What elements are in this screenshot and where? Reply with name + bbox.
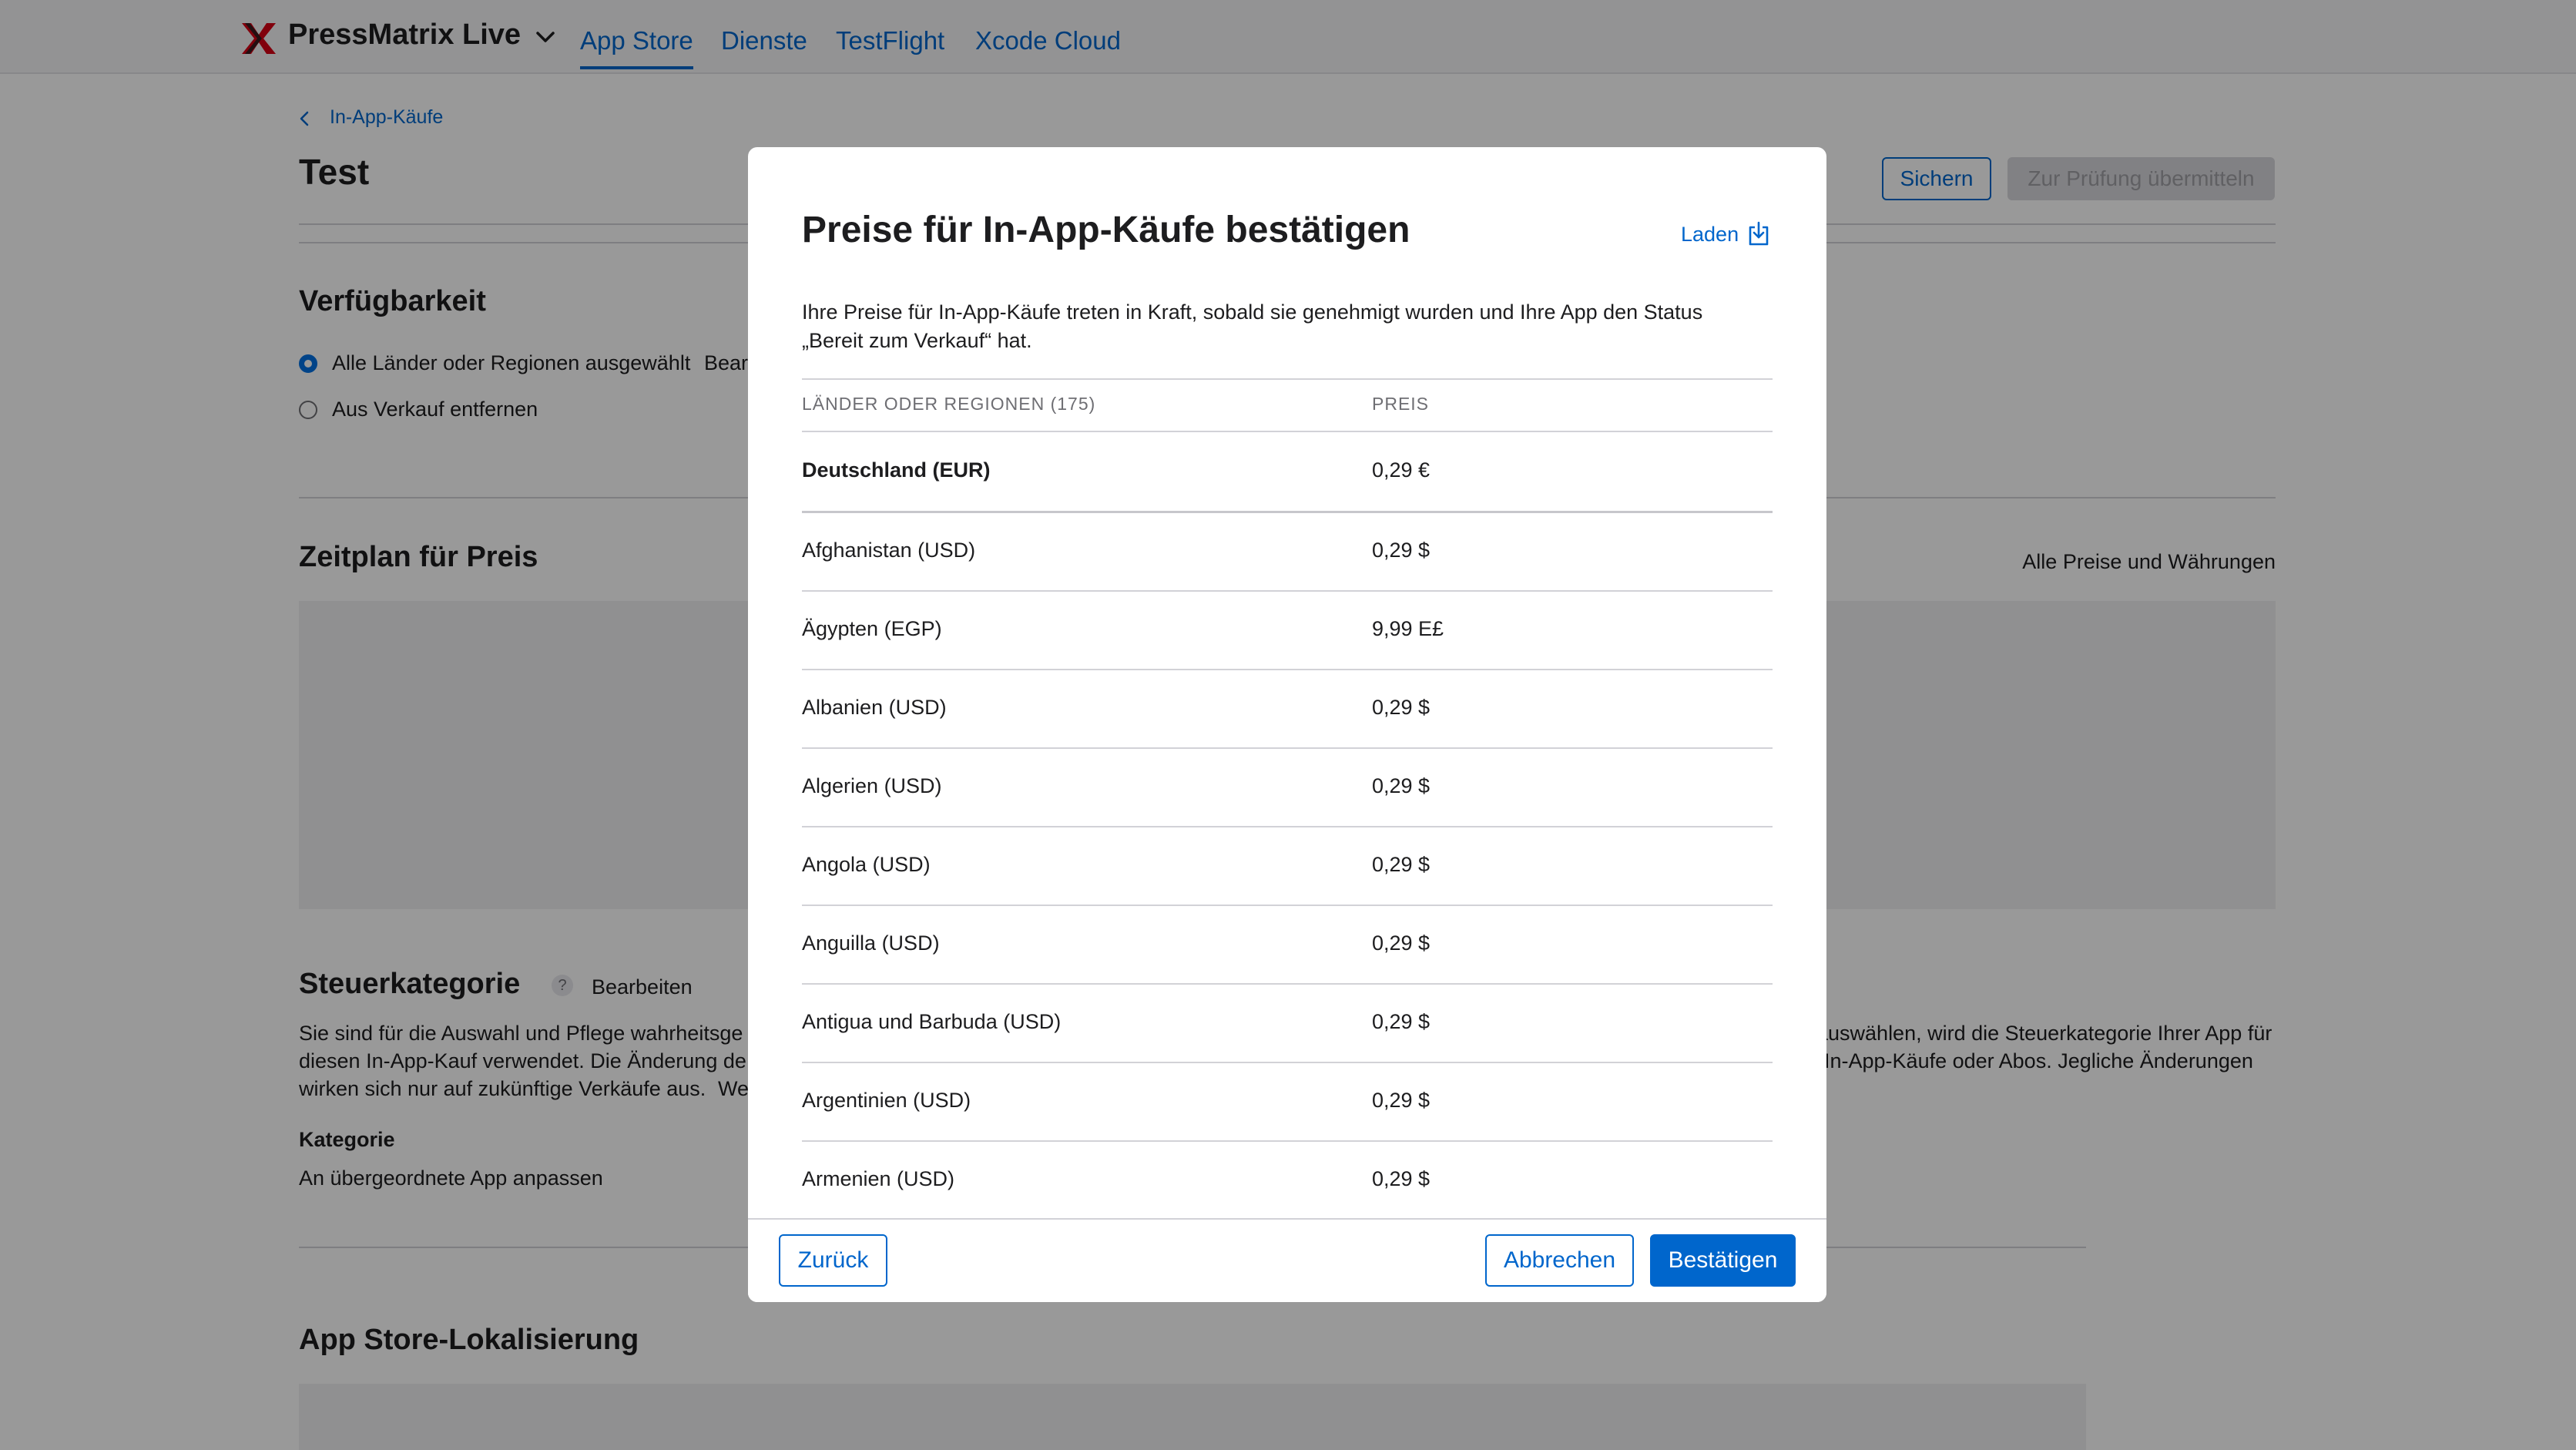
download-icon[interactable] bbox=[1747, 221, 1770, 247]
row-divider bbox=[802, 669, 1773, 670]
row-divider bbox=[802, 983, 1773, 985]
table-header-rule bbox=[802, 431, 1773, 432]
table-row-country: Deutschland (EUR) bbox=[802, 458, 991, 482]
download-link[interactable]: Laden bbox=[1681, 223, 1739, 247]
table-row-country: Ägypten (EGP) bbox=[802, 617, 942, 640]
column-header-price: PREIS bbox=[1372, 394, 1430, 414]
table-row-price: 0,29 $ bbox=[1372, 931, 1431, 955]
row-divider bbox=[802, 747, 1773, 749]
table-row-country: Argentinien (USD) bbox=[802, 1089, 971, 1112]
table-row-country: Algerien (USD) bbox=[802, 774, 942, 797]
dialog-title: Preise für In-App-Käufe bestätigen bbox=[802, 210, 1410, 250]
column-header-country: LÄNDER ODER REGIONEN (175) bbox=[802, 394, 1096, 414]
back-button[interactable]: Zurück bbox=[779, 1234, 887, 1287]
table-row-price: 9,99 E£ bbox=[1372, 617, 1444, 640]
table-row-country: Anguilla (USD) bbox=[802, 931, 940, 955]
row-divider bbox=[802, 590, 1773, 592]
confirm-prices-dialog: Preise für In-App-Käufe bestätigen Laden… bbox=[748, 147, 1826, 1302]
table-row-country: Armenien (USD) bbox=[802, 1167, 955, 1190]
dialog-footer: Zurück Abbrechen Bestätigen bbox=[748, 1218, 1826, 1302]
cancel-button[interactable]: Abbrechen bbox=[1485, 1234, 1634, 1287]
table-row-price: 0,29 $ bbox=[1372, 1089, 1431, 1112]
table-row-country: Afghanistan (USD) bbox=[802, 539, 976, 562]
table-row-price: 0,29 $ bbox=[1372, 853, 1431, 876]
row-divider bbox=[802, 905, 1773, 906]
table-row-price: 0,29 $ bbox=[1372, 696, 1431, 719]
table-row-price: 0,29 $ bbox=[1372, 1167, 1431, 1190]
table-row-price: 0,29 $ bbox=[1372, 539, 1431, 562]
table-row-country: Antigua und Barbuda (USD) bbox=[802, 1010, 1062, 1033]
table-row-price: 0,29 $ bbox=[1372, 1010, 1431, 1033]
table-row-price: 0,29 € bbox=[1372, 458, 1431, 482]
table-top-rule bbox=[802, 378, 1773, 380]
row-divider bbox=[802, 1140, 1773, 1142]
table-row-price: 0,29 $ bbox=[1372, 774, 1431, 797]
row-divider bbox=[802, 511, 1773, 513]
table-row-country: Albanien (USD) bbox=[802, 696, 947, 719]
row-divider bbox=[802, 826, 1773, 827]
confirm-button[interactable]: Bestätigen bbox=[1650, 1234, 1796, 1287]
row-divider bbox=[802, 1062, 1773, 1063]
table-row-country: Angola (USD) bbox=[802, 853, 931, 876]
dialog-description: Ihre Preise für In-App-Käufe treten in K… bbox=[802, 300, 1703, 352]
